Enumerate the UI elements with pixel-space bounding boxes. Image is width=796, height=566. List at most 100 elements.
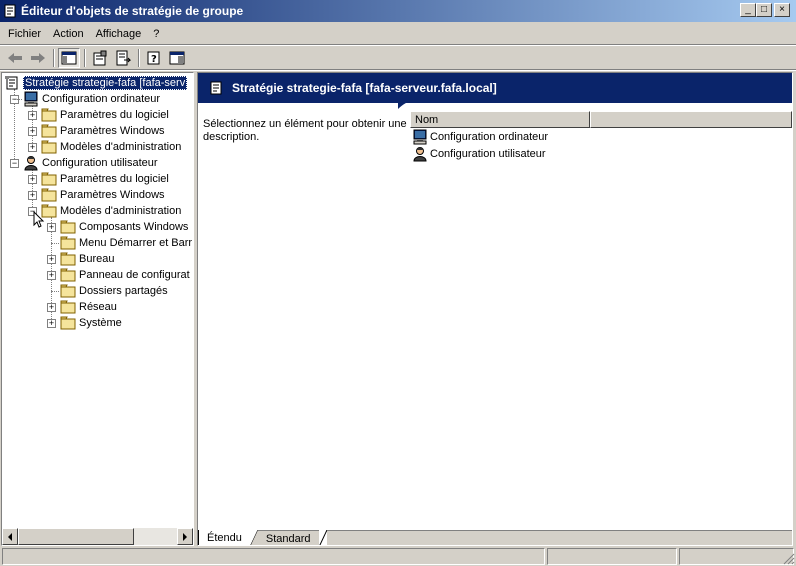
help-icon: ? (147, 51, 160, 65)
show-hide-tree-button[interactable] (58, 48, 80, 68)
tree-item-windows-settings[interactable]: Paramètres Windows (41, 123, 165, 139)
arrow-left-icon (8, 532, 12, 541)
forward-button[interactable] (27, 48, 49, 68)
folder-icon (41, 172, 57, 186)
properties-button[interactable] (89, 48, 111, 68)
description-text: Sélectionnez un élément pour obtenir une… (203, 118, 407, 143)
tree-item-user-admin-templates[interactable]: Modèles d'administration (41, 203, 181, 219)
close-button[interactable]: × (774, 3, 790, 17)
toolbar-separator-line (0, 69, 796, 71)
tabs-fill (326, 530, 792, 545)
toolbar: ? (0, 47, 796, 69)
menu-help[interactable]: ? (147, 28, 165, 40)
toolbar-separator (84, 49, 86, 67)
tab-extended[interactable]: Étendu (198, 530, 250, 545)
expand-icon[interactable]: + (28, 191, 37, 200)
tree-item-label: Paramètres du logiciel (60, 109, 169, 121)
tree-item-label: Configuration ordinateur (42, 93, 161, 105)
expand-icon[interactable]: + (28, 175, 37, 184)
status-panel-2 (547, 548, 677, 565)
tree-line (51, 243, 59, 244)
scroll-thumb[interactable] (18, 528, 134, 545)
tree-horizontal-scrollbar[interactable] (2, 528, 193, 545)
folder-icon (60, 236, 76, 250)
tree-item-user-software-settings[interactable]: Paramètres du logiciel (41, 171, 169, 187)
tab-standard[interactable]: Standard (257, 530, 319, 545)
tree-item-label: Bureau (79, 253, 115, 265)
details-pane: Stratégie strategie-fafa [fafa-serveur.f… (197, 72, 793, 546)
scroll-right-button[interactable] (177, 528, 193, 545)
status-panel-main (2, 548, 545, 565)
console-tree[interactable]: Stratégie strategie-fafa [fafa-serv − Co… (1, 72, 194, 546)
column-header-nom[interactable]: Nom (410, 111, 590, 128)
expand-icon[interactable]: + (28, 111, 37, 120)
tree-item-label: Panneau de configurat (79, 269, 190, 281)
export-list-button[interactable] (112, 48, 134, 68)
minimize-icon: _ (745, 4, 751, 15)
user-icon (24, 156, 38, 171)
tree-item-start-menu[interactable]: Menu Démarrer et Barr (60, 235, 192, 251)
expand-icon[interactable]: + (28, 127, 37, 136)
tab-standard-label: Standard (265, 532, 311, 545)
arrow-right-icon (183, 532, 187, 541)
help-button[interactable]: ? (143, 48, 165, 68)
tab-extended-label: Étendu (207, 532, 242, 544)
user-icon (413, 146, 427, 161)
maximize-button[interactable]: □ (756, 3, 772, 17)
tree-item-label: Modèles d'administration (60, 141, 182, 153)
menu-bar: Fichier Action Affichage ? (0, 24, 796, 44)
list-item-user-config[interactable]: Configuration utilisateur (410, 145, 792, 162)
scroll-track[interactable] (134, 528, 177, 545)
expand-icon[interactable]: + (47, 303, 56, 312)
minimize-button[interactable]: _ (740, 3, 756, 17)
tree-item-label: Composants Windows (79, 221, 189, 233)
tree-item-label: Menu Démarrer et Barr (79, 237, 193, 249)
expand-icon[interactable]: + (47, 271, 56, 280)
properties-icon (93, 50, 107, 66)
expand-icon[interactable]: + (47, 319, 56, 328)
console-tree-button[interactable] (166, 48, 188, 68)
tree-item-label: Dossiers partagés (79, 285, 168, 297)
back-button[interactable] (4, 48, 26, 68)
expand-icon[interactable]: + (47, 223, 56, 232)
tree-item-label: Réseau (79, 301, 117, 313)
tree-item-user-config[interactable]: Configuration utilisateur (23, 155, 158, 171)
status-panel-3 (679, 548, 794, 565)
status-bar (0, 547, 796, 566)
show-hide-tree-icon (61, 51, 77, 65)
menu-fichier[interactable]: Fichier (2, 28, 47, 40)
details-header-title: Stratégie strategie-fafa [fafa-serveur.f… (232, 81, 497, 95)
tree-item-control-panel[interactable]: Panneau de configurat (60, 267, 190, 283)
list-header: Nom (410, 111, 792, 128)
list-item-computer-config[interactable]: Configuration ordinateur (410, 128, 792, 145)
maximize-icon: □ (760, 4, 768, 15)
tree-item-label: Paramètres Windows (60, 125, 165, 137)
export-list-icon (116, 50, 131, 66)
expand-icon[interactable]: + (28, 143, 37, 152)
tree-root[interactable]: Stratégie strategie-fafa [fafa-serv (4, 75, 188, 91)
menu-action[interactable]: Action (47, 28, 90, 40)
console-tree-icon (169, 51, 185, 65)
folder-icon (60, 284, 76, 298)
tree-item-label: Paramètres du logiciel (60, 173, 169, 185)
tree-item-windows-components[interactable]: Composants Windows (60, 219, 188, 235)
tree-item-admin-templates[interactable]: Modèles d'administration (41, 139, 181, 155)
folder-icon (60, 220, 76, 234)
menu-affichage[interactable]: Affichage (90, 28, 148, 40)
tree-item-network[interactable]: Réseau (60, 299, 117, 315)
tree-item-system[interactable]: Système (60, 315, 122, 331)
tree-item-shared-folders[interactable]: Dossiers partagés (60, 283, 168, 299)
scroll-left-button[interactable] (2, 528, 18, 545)
policy-scroll-icon (4, 4, 16, 18)
resize-grip-icon[interactable] (783, 553, 795, 565)
collapse-user-config-icon[interactable]: − (10, 159, 19, 168)
tree-item-user-windows-settings[interactable]: Paramètres Windows (41, 187, 165, 203)
tree-item-desktop[interactable]: Bureau (60, 251, 114, 267)
computer-icon (413, 129, 427, 144)
expand-icon[interactable]: + (47, 255, 56, 264)
tree-line (14, 99, 22, 100)
tree-item-software-settings[interactable]: Paramètres du logiciel (41, 107, 169, 123)
policy-scroll-icon (5, 76, 18, 90)
tree-item-computer-config[interactable]: Configuration ordinateur (23, 91, 160, 107)
column-header-empty[interactable] (590, 111, 792, 128)
